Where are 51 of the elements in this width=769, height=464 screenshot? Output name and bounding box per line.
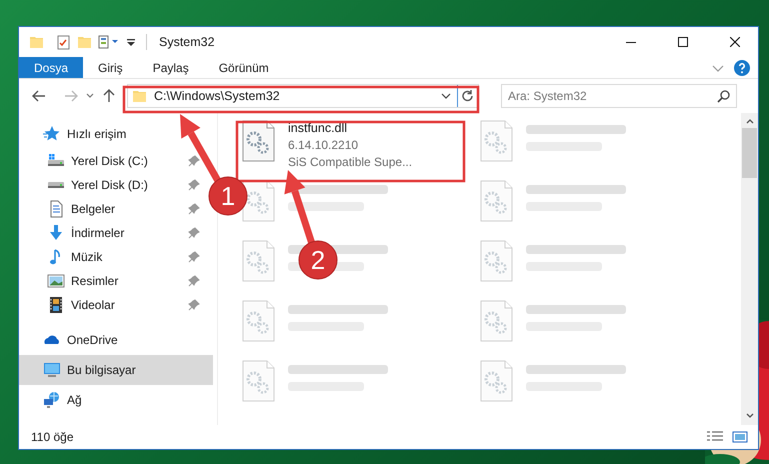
sidebar-item[interactable]: Yerel Disk (C:) xyxy=(19,149,213,173)
file-detail: SiS Compatible Supe... xyxy=(288,154,412,171)
address-bar[interactable]: C:\Windows\System32 xyxy=(127,84,479,108)
star-icon xyxy=(43,125,61,143)
pin-icon[interactable] xyxy=(188,251,200,263)
search-field[interactable]: Ara: System32 xyxy=(501,84,737,108)
network-icon xyxy=(43,391,61,409)
sidebar-item[interactable]: Resimler xyxy=(19,269,213,293)
sidebar-item[interactable]: İndirmeler xyxy=(19,221,213,245)
address-path: C:\Windows\System32 xyxy=(154,88,280,105)
pin-icon[interactable] xyxy=(188,227,200,239)
file-name[interactable]: instfunc.dll xyxy=(288,120,412,137)
scroll-thumb[interactable] xyxy=(742,128,757,178)
ribbon-tab[interactable]: Giriş xyxy=(83,57,138,78)
sidebar-item[interactable]: Bu bilgisayar xyxy=(19,355,213,385)
help-icon[interactable] xyxy=(734,60,750,76)
film-icon xyxy=(47,296,65,314)
back-icon[interactable] xyxy=(31,88,47,104)
search-icon[interactable] xyxy=(717,89,731,103)
sidebar-item[interactable]: OneDrive xyxy=(19,325,213,355)
checklist-icon[interactable] xyxy=(56,34,71,50)
image-icon xyxy=(47,272,65,290)
item-count: 110 öğe xyxy=(31,429,74,446)
pin-icon[interactable] xyxy=(188,179,200,191)
scrollbar[interactable] xyxy=(741,113,758,425)
maximize-icon xyxy=(678,37,688,47)
forward-icon[interactable] xyxy=(63,88,79,104)
pin-icon[interactable] xyxy=(188,203,200,215)
drive-icon xyxy=(47,180,65,190)
ribbon-tab[interactable]: Paylaş xyxy=(138,57,204,78)
properties-icon[interactable] xyxy=(98,34,120,50)
pin-icon[interactable] xyxy=(188,155,200,167)
window-title: System32 xyxy=(159,34,215,51)
sidebar-item[interactable]: Videolar xyxy=(19,293,213,317)
sidebar-item[interactable]: Ağ xyxy=(19,385,213,415)
close-icon xyxy=(730,37,740,47)
download-icon xyxy=(47,224,65,242)
step-badge: 1 xyxy=(208,176,248,216)
large-icons-view-icon[interactable] xyxy=(732,430,748,444)
pin-icon[interactable] xyxy=(188,275,200,287)
computer-icon xyxy=(43,361,61,379)
up-icon[interactable] xyxy=(101,88,117,104)
folder-icon xyxy=(132,88,148,104)
sidebar-item[interactable]: Hızlı erişim xyxy=(19,119,213,149)
ribbon-tab[interactable]: Görünüm xyxy=(204,57,284,78)
pin-icon[interactable] xyxy=(188,299,200,311)
step-badge: 2 xyxy=(298,240,338,280)
ribbon-tab[interactable]: Dosya xyxy=(19,57,84,78)
file-icon[interactable] xyxy=(242,120,276,163)
file-detail: 6.14.10.2210 xyxy=(288,137,360,154)
sidebar-item[interactable]: Müzik xyxy=(19,245,213,269)
